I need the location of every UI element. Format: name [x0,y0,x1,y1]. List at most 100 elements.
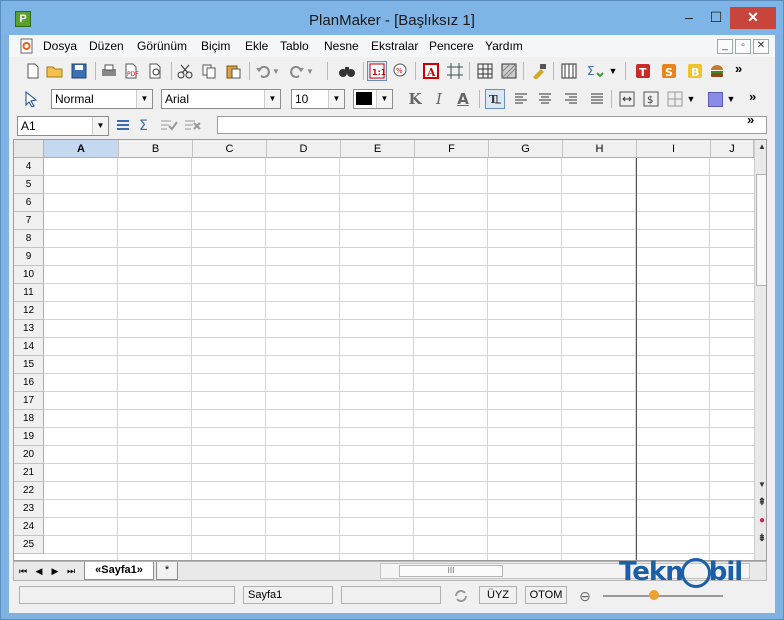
pointer-cursor-icon[interactable] [21,89,41,109]
toolbar-overflow-icon[interactable]: » [749,89,756,104]
select-all-corner[interactable] [14,140,44,158]
title-bar[interactable]: P PlanMaker - [Başlıksız 1] – ☐ ✕ [1,1,783,35]
new-sheet-tab[interactable]: * [156,562,178,580]
first-sheet-icon[interactable]: ⏮ [16,564,30,578]
sigma-function-icon[interactable]: Σ [135,115,155,135]
copy-icon[interactable] [199,61,219,81]
column-header-g[interactable]: G [489,140,563,158]
row-header[interactable]: 21 [14,464,44,482]
new-document-icon[interactable] [23,61,43,81]
basicmaker-icon[interactable]: B [685,61,705,81]
last-sheet-icon[interactable]: ⏭ [64,564,78,578]
toolbar-overflow-icon[interactable]: » [735,61,742,76]
save-icon[interactable] [69,61,89,81]
horizontal-scroll-thumb[interactable]: III [399,565,503,577]
menu-bicim[interactable]: Biçim [201,39,230,53]
row-header[interactable]: 8 [14,230,44,248]
align-right-icon[interactable] [561,89,581,109]
column-header-a[interactable]: A [44,140,119,158]
zoom-100-icon[interactable]: 1:1 [367,61,387,81]
row-header[interactable]: 22 [14,482,44,500]
menu-tablo[interactable]: Tablo [280,39,309,53]
autosum-dropdown-icon[interactable]: ▼ [607,61,619,81]
find-binoculars-icon[interactable] [337,61,357,81]
document-minimize-button[interactable]: _ [717,39,733,54]
fill-color-dropdown-icon[interactable]: ▼ [725,89,737,109]
cut-icon[interactable] [175,61,195,81]
row-header[interactable]: 20 [14,446,44,464]
undo-icon[interactable] [253,61,273,81]
toolbar-overflow-icon[interactable]: » [747,112,754,127]
column-header-d[interactable]: D [267,140,341,158]
previous-sheet-icon[interactable]: ◀ [32,564,46,578]
next-sheet-icon[interactable]: ▶ [48,564,62,578]
font-size-select[interactable]: 10 ▼ [291,89,345,109]
column-header-h[interactable]: H [563,140,637,158]
menu-duzen[interactable]: Düzen [89,39,124,53]
italic-button[interactable]: I [429,89,449,109]
row-header[interactable]: 17 [14,392,44,410]
row-header[interactable]: 25 [14,536,44,554]
textmaker-icon[interactable]: T [633,61,653,81]
presentations-icon[interactable]: S [659,61,679,81]
align-left-icon[interactable] [511,89,531,109]
row-header[interactable]: 7 [14,212,44,230]
browse-object-icon[interactable]: ● [756,514,766,528]
cell-reference-box[interactable]: A1 ▼ [17,116,109,136]
frame-icon[interactable] [445,61,465,81]
font-color-select[interactable]: ▼ [353,89,393,109]
row-header[interactable]: 19 [14,428,44,446]
row-header[interactable]: 15 [14,356,44,374]
insert-mode-indicator[interactable]: ÜYZ [479,586,517,604]
column-header-i[interactable]: I [637,140,711,158]
menu-pencere[interactable]: Pencere [429,39,474,53]
row-header[interactable]: 16 [14,374,44,392]
row-header[interactable]: 24 [14,518,44,536]
print-icon[interactable] [99,61,119,81]
row-header[interactable]: 10 [14,266,44,284]
redo-dropdown-icon[interactable]: ▼ [305,61,315,81]
font-family-select[interactable]: Arial ▼ [161,89,281,109]
row-header[interactable]: 23 [14,500,44,518]
document-restore-button[interactable]: ▫ [735,39,751,54]
scroll-down-icon[interactable]: ▼ [756,478,766,492]
document-close-button[interactable]: ✕ [753,39,769,54]
accept-input-icon[interactable] [159,115,179,135]
paragraph-style-select[interactable]: Normal ▼ [51,89,153,109]
align-justify-icon[interactable] [587,89,607,109]
paste-icon[interactable] [223,61,243,81]
column-header-j[interactable]: J [711,140,754,158]
column-header-f[interactable]: F [415,140,489,158]
cancel-input-icon[interactable] [183,115,203,135]
autosum-icon[interactable]: Σ [585,61,605,81]
column-header-b[interactable]: B [119,140,193,158]
undo-dropdown-icon[interactable]: ▼ [271,61,281,81]
row-header[interactable]: 6 [14,194,44,212]
bold-button[interactable]: K [405,89,425,109]
format-painter-icon[interactable] [529,61,549,81]
menu-gorunum[interactable]: Görünüm [137,39,187,53]
menu-ekle[interactable]: Ekle [245,39,268,53]
vertical-scroll-thumb[interactable] [756,174,766,286]
scroll-up-icon[interactable]: ▲ [756,140,766,154]
formula-input[interactable] [217,116,767,134]
shading-icon[interactable] [499,61,519,81]
cell-grid[interactable] [44,158,754,560]
zoom-slider-track[interactable] [603,595,723,597]
zoom-slider-knob[interactable] [649,590,659,600]
minimize-button[interactable]: – [677,7,701,29]
row-header[interactable]: 4 [14,158,44,176]
redo-icon[interactable] [287,61,307,81]
auto-mode-indicator[interactable]: OTOM [525,586,567,604]
open-folder-icon[interactable] [45,61,65,81]
column-header-e[interactable]: E [341,140,415,158]
hamburger-menu-icon[interactable] [707,61,727,81]
page-down-icon[interactable]: ⇟ [756,532,766,546]
zoom-percent-icon[interactable]: % [391,61,411,81]
number-format-icon[interactable]: $ [641,89,661,109]
fill-color-icon[interactable] [705,89,725,109]
row-header[interactable]: 18 [14,410,44,428]
grid-lines-icon[interactable] [475,61,495,81]
sheet-tab-sayfa1[interactable]: «Sayfa1» [84,562,154,580]
function-list-icon[interactable] [113,115,133,135]
